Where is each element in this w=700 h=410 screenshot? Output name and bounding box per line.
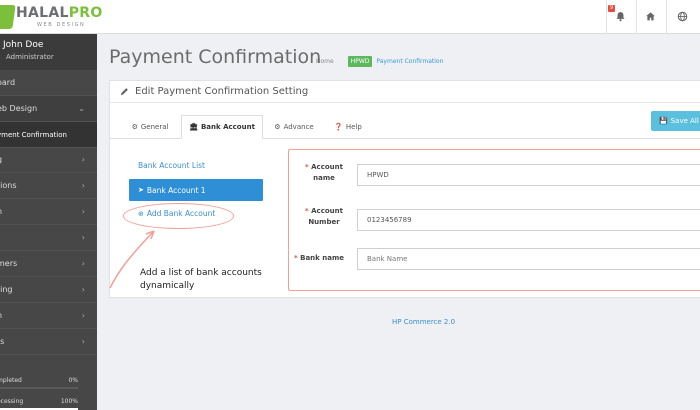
notification-button[interactable]: 9 xyxy=(607,4,633,28)
bank-account-form: * Account name HPWD * Account Number 01234… xyxy=(288,149,700,291)
progress-completed: mpleted 0% xyxy=(0,377,82,392)
gear-icon: ⚙ xyxy=(131,123,138,131)
chevron-right-icon: › xyxy=(81,155,85,164)
chevron-right-icon: › xyxy=(81,181,85,190)
chevron-right-icon: › xyxy=(81,207,85,216)
user-panel: John Doe Administrator xyxy=(0,34,97,70)
tab-general[interactable]: ⚙ General xyxy=(122,115,178,139)
bank-account-item[interactable]: ➤ Bank Account 1 xyxy=(129,179,263,201)
page-title: Payment Confirmation xyxy=(109,46,322,68)
sidebar-item-5[interactable]: n › xyxy=(0,199,97,225)
language-button[interactable] xyxy=(669,4,695,28)
user-role: Administrator xyxy=(6,53,54,61)
sidebar: John Doe Administrator oard eb Design ⌄ … xyxy=(0,34,97,410)
sidebar-item-dashboard[interactable]: oard xyxy=(0,70,97,96)
progress-processing: ocessing 100% xyxy=(0,398,82,410)
tab-advance[interactable]: ⚙ Advance xyxy=(266,115,322,139)
bank-icon: 🏛 xyxy=(189,123,198,131)
tab-help[interactable]: ❓ Help xyxy=(326,115,370,139)
bank-name-input[interactable]: Bank Name xyxy=(357,248,700,270)
footer-text: HP Commerce 2.0 xyxy=(392,318,456,326)
logo-subtitle: WEB DESIGN xyxy=(37,22,86,28)
user-name: John Doe xyxy=(3,40,44,50)
tab-bank-account[interactable]: 🏛 Bank Account xyxy=(181,115,263,139)
globe-icon xyxy=(677,11,687,21)
logo-mark xyxy=(0,5,16,29)
sidebar-item-10[interactable]: ts › xyxy=(0,329,97,355)
breadcrumb-tag[interactable]: HPWD xyxy=(347,56,373,67)
notification-badge: 9 xyxy=(608,5,615,12)
chevron-right-icon: › xyxy=(81,285,85,294)
logo-text: HALALPRO xyxy=(16,5,103,21)
account-name-input[interactable]: HPWD xyxy=(357,164,700,186)
top-divider xyxy=(666,0,667,34)
sidebar-item-9[interactable]: n › xyxy=(0,303,97,329)
bank-name-label: * Bank name xyxy=(294,254,344,262)
top-bar: HALALPRO WEB DESIGN 9 xyxy=(0,0,700,34)
bell-icon xyxy=(615,11,625,21)
sidebar-item-8[interactable]: ting › xyxy=(0,277,97,303)
settings-panel: Edit Payment Confirmation Setting ⚙ Gene… xyxy=(109,80,700,298)
save-all-button[interactable]: 💾 Save All S xyxy=(651,111,700,131)
annotation-highlight xyxy=(123,203,234,229)
chevron-down-icon: ⌄ xyxy=(78,104,85,113)
account-number-label: * Account Number xyxy=(305,207,343,226)
sidebar-item-customers[interactable]: mers › xyxy=(0,251,97,277)
sidebar-item-payment-confirmation[interactable]: yment Confirmation xyxy=(0,122,97,148)
breadcrumb-home[interactable]: Home xyxy=(316,58,334,65)
sidebar-item-4[interactable]: tions › xyxy=(0,173,97,199)
sidebar-item-6[interactable]: › xyxy=(0,225,97,251)
logo[interactable]: HALALPRO WEB DESIGN xyxy=(0,4,110,30)
progress-track xyxy=(0,387,78,389)
bank-account-list-title: Bank Account List xyxy=(138,161,205,170)
annotation-caption: Add a list of bank accounts dynamically xyxy=(140,268,262,291)
account-number-input[interactable]: 0123456789 xyxy=(357,209,700,231)
home-button[interactable] xyxy=(637,4,663,28)
breadcrumb: Home HPWD Payment Confirmation xyxy=(316,56,443,67)
chevron-right-icon: › xyxy=(81,337,85,346)
tab-bar: ⚙ General 🏛 Bank Account ⚙ Advance ❓ Hel… xyxy=(110,115,700,139)
home-icon xyxy=(645,11,655,20)
panel-header: Edit Payment Confirmation Setting xyxy=(110,81,700,103)
panel-title: Edit Payment Confirmation Setting xyxy=(135,86,309,97)
chevron-right-icon: › xyxy=(81,259,85,268)
sidebar-item-web-design[interactable]: eb Design ⌄ xyxy=(0,96,97,122)
chevron-right-icon: › xyxy=(81,311,85,320)
chevron-circle-right-icon: ➤ xyxy=(138,186,144,194)
question-icon: ❓ xyxy=(334,123,343,131)
chevron-right-icon: › xyxy=(81,233,85,242)
gears-icon: ⚙ xyxy=(274,123,281,131)
breadcrumb-current: Payment Confirmation xyxy=(376,58,444,65)
sidebar-item-3[interactable]: g › xyxy=(0,147,97,173)
account-name-label: * Account name xyxy=(305,163,343,182)
save-icon: 💾 xyxy=(659,117,668,125)
pencil-icon xyxy=(120,88,128,96)
